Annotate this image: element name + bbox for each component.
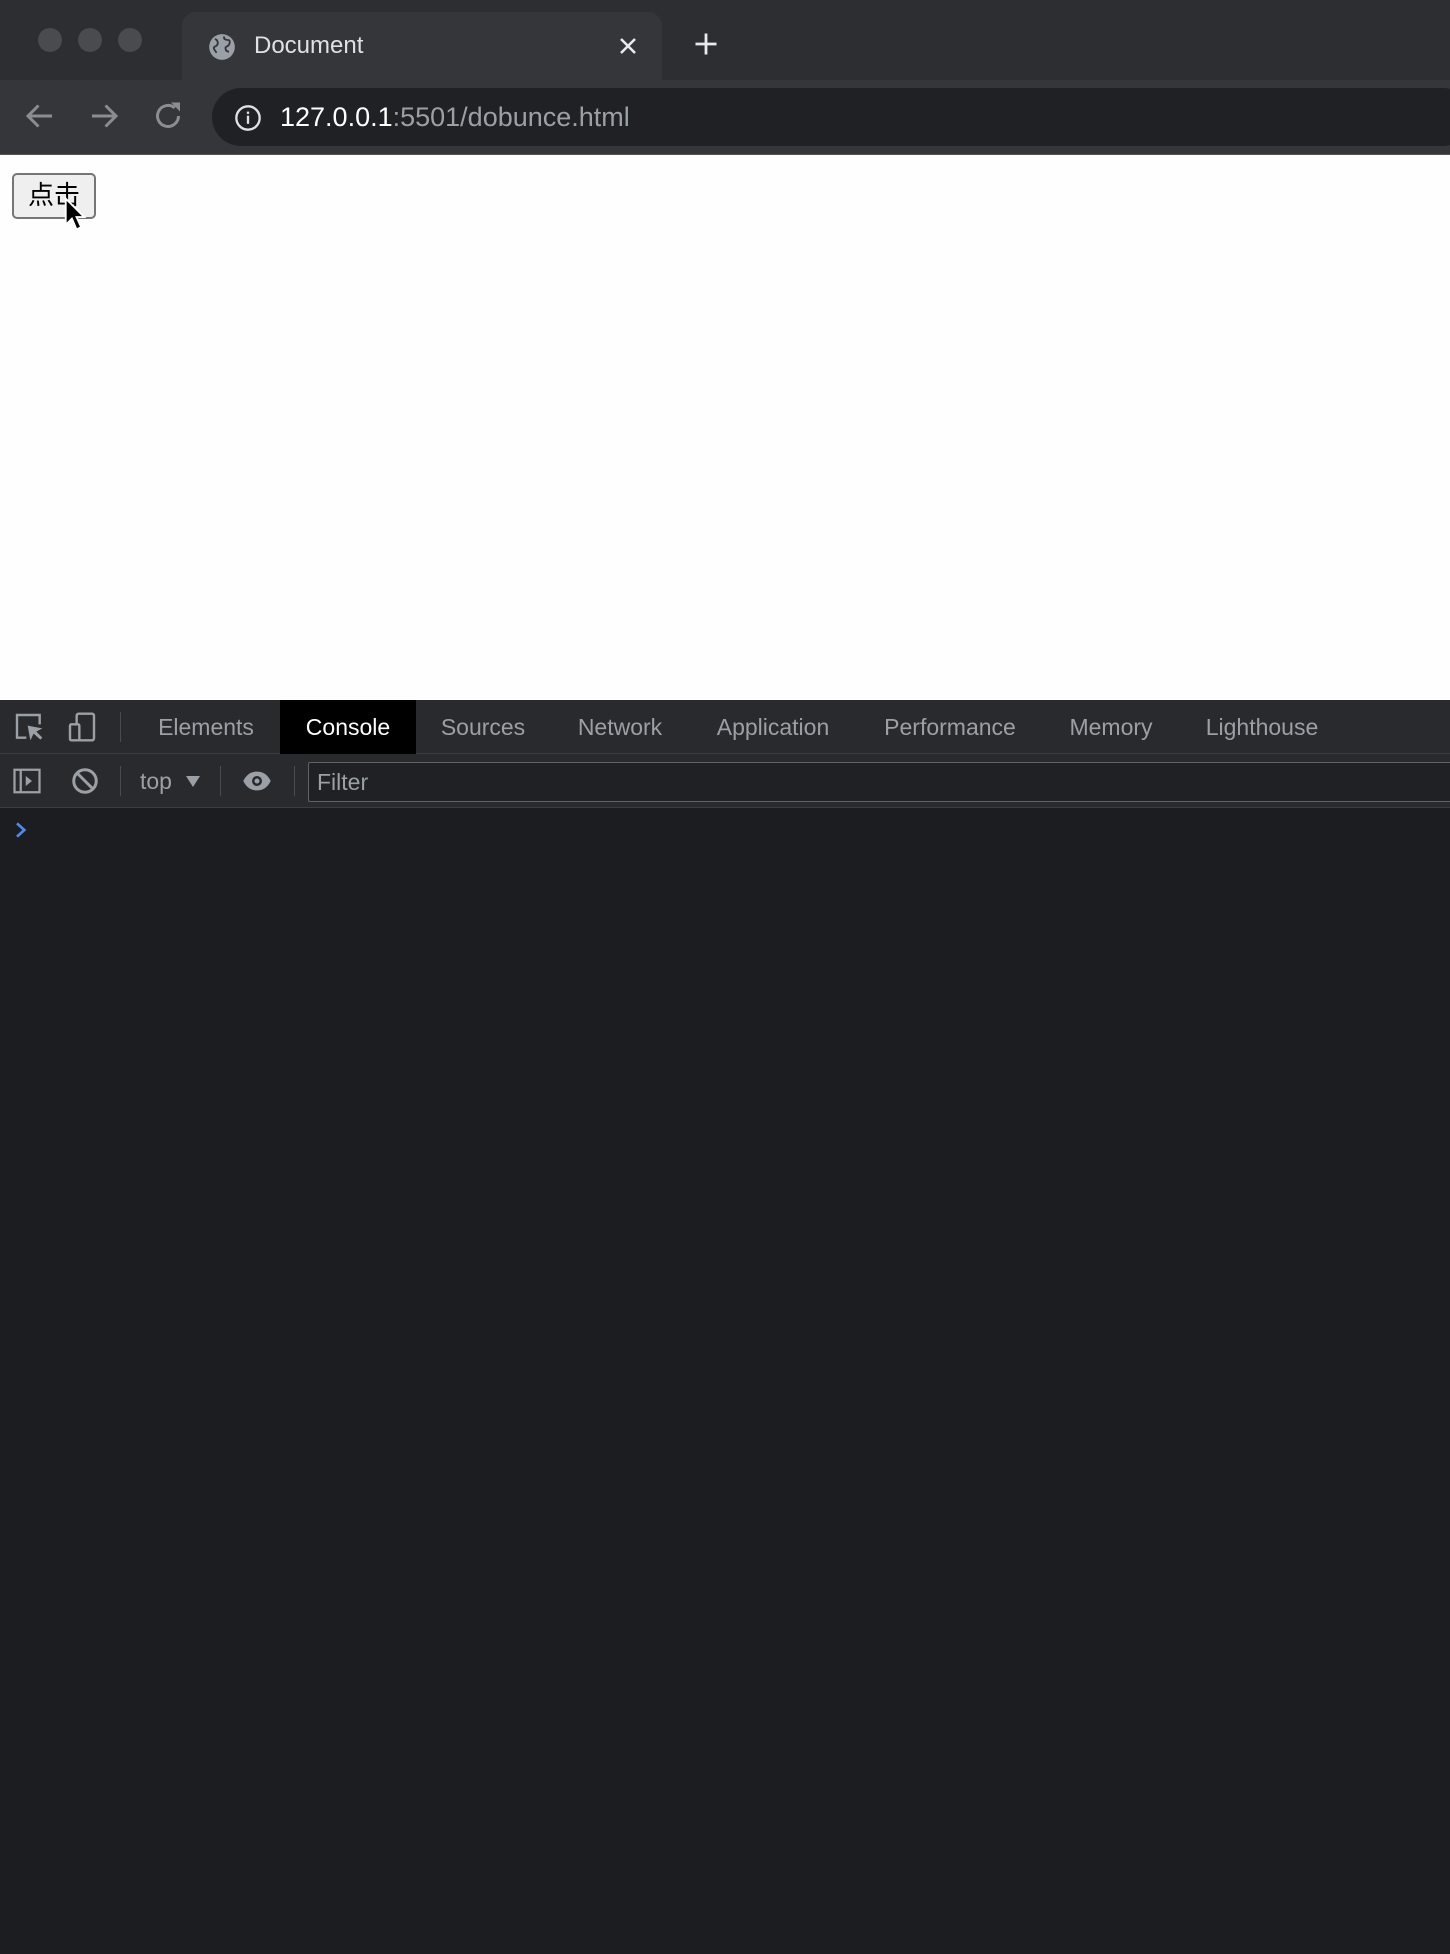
browser-window: Document 127.0.0.1:5501/dobunce.html 点击 … — [0, 0, 1450, 1954]
tab-console[interactable]: Console — [280, 700, 416, 754]
filter-input[interactable] — [308, 762, 1450, 802]
close-icon[interactable] — [614, 32, 642, 60]
info-icon[interactable] — [234, 104, 262, 132]
devtools-tab-bar: Elements Console Sources Network Applica… — [0, 700, 1450, 754]
tab-performance[interactable]: Performance — [870, 700, 1030, 754]
plus-icon[interactable] — [692, 30, 720, 58]
page-viewport: 点击 — [0, 154, 1450, 700]
window-close-button[interactable] — [38, 28, 62, 52]
mouse-cursor-icon — [64, 197, 86, 231]
globe-icon — [209, 34, 235, 60]
toolbar-divider — [120, 712, 121, 742]
chevron-down-icon — [186, 776, 200, 787]
address-bar[interactable]: 127.0.0.1:5501/dobunce.html — [212, 88, 1450, 146]
toolbar-divider — [294, 766, 295, 796]
clear-console-icon[interactable] — [70, 766, 100, 796]
tab-sources[interactable]: Sources — [420, 700, 546, 754]
device-toolbar-icon[interactable] — [66, 711, 98, 743]
tab-application[interactable]: Application — [700, 700, 846, 754]
tab-network[interactable]: Network — [556, 700, 684, 754]
reload-icon[interactable] — [150, 98, 186, 134]
url-text: 127.0.0.1:5501/dobunce.html — [280, 102, 630, 133]
tab-strip: Document — [0, 0, 1450, 80]
console-output[interactable] — [0, 808, 1450, 1954]
context-selector[interactable]: top — [140, 766, 172, 796]
show-sidebar-icon[interactable] — [12, 766, 42, 796]
browser-tab[interactable]: Document — [182, 12, 662, 80]
url-host: 127.0.0.1 — [280, 102, 393, 132]
url-path: :5501/dobunce.html — [392, 102, 630, 132]
devtools-panel: Elements Console Sources Network Applica… — [0, 700, 1450, 1954]
toolbar-divider — [220, 766, 221, 796]
tab-elements[interactable]: Elements — [140, 700, 272, 754]
eye-icon[interactable] — [242, 766, 272, 796]
console-prompt-icon — [16, 822, 27, 838]
back-arrow-icon[interactable] — [22, 98, 58, 134]
tab-title: Document — [254, 32, 364, 59]
window-maximize-button[interactable] — [118, 28, 142, 52]
tab-memory[interactable]: Memory — [1054, 700, 1168, 754]
window-minimize-button[interactable] — [78, 28, 102, 52]
console-toolbar: top — [0, 754, 1450, 808]
toolbar-divider — [120, 766, 121, 796]
browser-toolbar: 127.0.0.1:5501/dobunce.html — [0, 80, 1450, 154]
inspect-element-icon[interactable] — [13, 711, 45, 743]
forward-arrow-icon[interactable] — [86, 98, 122, 134]
tab-lighthouse[interactable]: Lighthouse — [1196, 700, 1328, 754]
